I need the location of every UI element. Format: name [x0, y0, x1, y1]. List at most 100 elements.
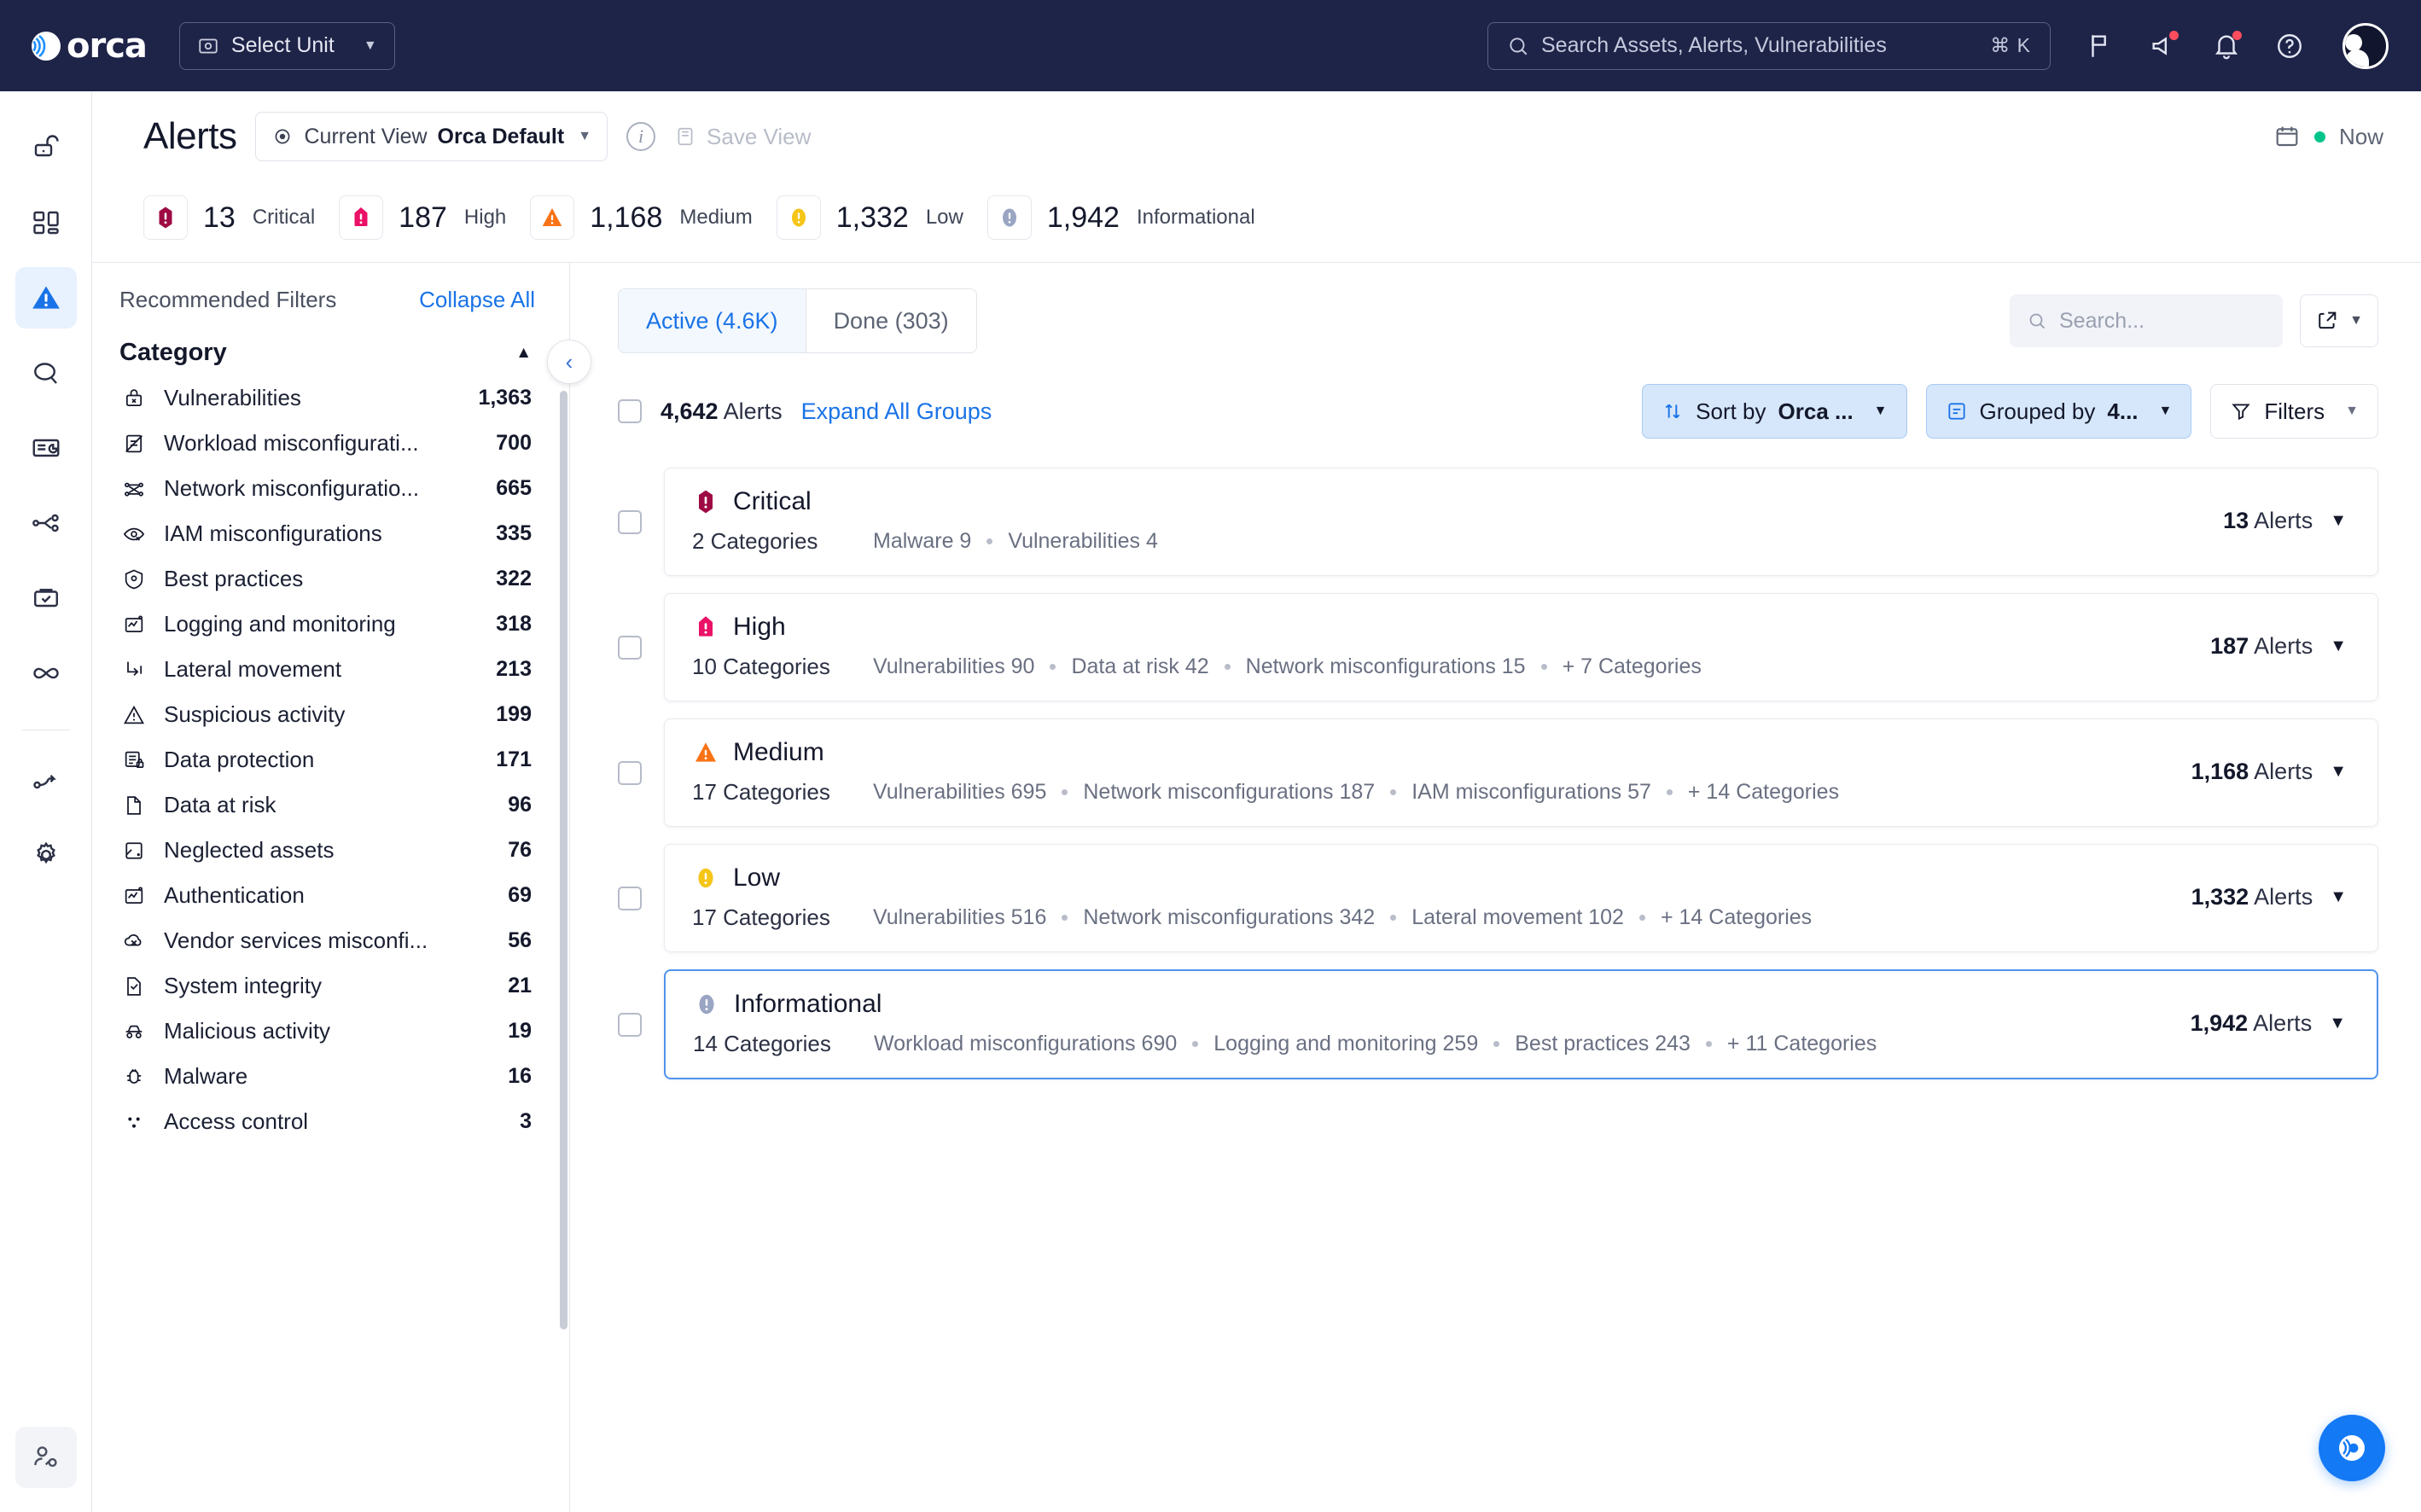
facet-item-malicious-activity[interactable]: Malicious activity 19 [92, 1009, 569, 1054]
tab-active[interactable]: Active (4.6K) [619, 289, 806, 352]
view-info-icon[interactable]: i [626, 122, 655, 151]
facet-item-vendor-services-misconfigurations[interactable]: Vendor services misconfi... 56 [92, 918, 569, 963]
facet-item-neglected-assets[interactable]: Neglected assets 76 [92, 828, 569, 873]
severity-summary-high[interactable]: 187 High [339, 195, 506, 240]
filters-scrollbar[interactable] [560, 391, 567, 1329]
facet-header-category[interactable]: Category ▲ [92, 334, 569, 375]
export-icon [2315, 309, 2339, 333]
facet-item-data-protection[interactable]: Data protection 171 [92, 737, 569, 782]
facet-item-suspicious-activity[interactable]: Suspicious activity 199 [92, 692, 569, 737]
filter-funnel-icon [2230, 400, 2252, 422]
chevron-down-icon[interactable]: ▼ [2330, 637, 2347, 656]
severity-summary-critical[interactable]: 13 Critical [143, 195, 315, 240]
page-header: Alerts Current View Orca Default ▼ i [92, 91, 2421, 240]
sidebar-item-compliance[interactable] [15, 567, 77, 629]
severity-summary-medium[interactable]: 1,168 Medium [530, 195, 752, 240]
export-button[interactable]: ▼ [2300, 294, 2378, 347]
facet-item-logging-and-monitoring[interactable]: Logging and monitoring 318 [92, 602, 569, 647]
collapse-filters-panel-button[interactable]: ‹ [547, 340, 591, 384]
grouped-by-button[interactable]: Grouped by 4... ▼ [1926, 384, 2192, 439]
sidebar-item-reports[interactable] [15, 417, 77, 479]
facet-item-access-control[interactable]: Access control 3 [92, 1099, 569, 1144]
facet-item-best-practices[interactable]: Best practices 322 [92, 556, 569, 602]
sidebar-item-shift-left[interactable] [15, 643, 77, 704]
announcement-icon[interactable] [2146, 29, 2180, 63]
severity-summary-informational[interactable]: 1,942 Informational [987, 195, 1255, 240]
group-checkbox[interactable] [618, 510, 642, 534]
chevron-down-icon[interactable]: ▼ [2330, 887, 2347, 907]
facet-count: 335 [496, 521, 532, 546]
orca-logo[interactable]: orca [27, 26, 147, 66]
facet-item-lateral-movement[interactable]: Lateral movement 213 [92, 647, 569, 692]
group-checkbox[interactable] [618, 887, 642, 910]
sidebar-item-integrations[interactable] [15, 749, 77, 811]
global-search-input[interactable]: Search Assets, Alerts, Vulnerabilities ⌘… [1487, 22, 2051, 70]
group-category-more[interactable]: + 14 Categories [1661, 905, 1812, 930]
group-severity-name: Medium [733, 738, 824, 767]
alert-group-card-informational[interactable]: Informational 14 Categories Workload mis… [664, 969, 2378, 1079]
facet-item-network-misconfigurations[interactable]: Network misconfiguratio... 665 [92, 466, 569, 511]
alert-group-card-high[interactable]: High 10 Categories Vulnerabilities 90 Da… [664, 593, 2378, 701]
group-category-more[interactable]: + 14 Categories [1688, 780, 1839, 805]
chevron-up-icon: ▲ [515, 344, 532, 363]
category-separator [1225, 664, 1231, 670]
sidebar-item-unlock[interactable] [15, 117, 77, 178]
sidebar-item-alerts[interactable] [15, 267, 77, 329]
select-all-checkbox[interactable] [618, 399, 642, 423]
facet-label: Malicious activity [164, 1018, 491, 1044]
sort-by-button[interactable]: Sort by Orca ... ▼ [1642, 384, 1906, 439]
reports-icon [31, 433, 61, 463]
sidebar-item-settings[interactable] [15, 824, 77, 886]
facet-item-iam-misconfigurations[interactable]: IAM misconfigurations 335 [92, 511, 569, 556]
facet-count: 56 [508, 928, 532, 953]
collapse-all-button[interactable]: Collapse All [419, 287, 535, 313]
facet-item-authentication[interactable]: Authentication 69 [92, 873, 569, 918]
severity-summary-low[interactable]: 1,332 Low [777, 195, 963, 240]
facet-count: 69 [508, 883, 532, 908]
sidebar-item-attack-paths[interactable] [15, 492, 77, 554]
group-checkbox[interactable] [618, 761, 642, 785]
sidebar-item-discovery[interactable] [15, 342, 77, 404]
facet-label: Network misconfiguratio... [164, 475, 479, 502]
bell-icon[interactable] [2209, 29, 2243, 63]
alert-group-card-medium[interactable]: Medium 17 Categories Vulnerabilities 695… [664, 718, 2378, 827]
flag-icon[interactable] [2083, 29, 2117, 63]
tab-done[interactable]: Done (303) [806, 289, 976, 352]
user-avatar[interactable] [2342, 23, 2389, 69]
alerts-search-input[interactable]: Search... [2010, 294, 2283, 347]
alert-group-card-critical[interactable]: Critical 2 Categories Malware 9 Vulnerab… [664, 468, 2378, 576]
chevron-down-icon[interactable]: ▼ [2330, 511, 2347, 531]
category-separator [1390, 915, 1396, 921]
group-checkbox[interactable] [618, 636, 642, 660]
facet-label: Authentication [164, 882, 491, 909]
chevron-down-icon[interactable]: ▼ [2330, 762, 2347, 782]
facet-item-data-at-risk[interactable]: Data at risk 96 [92, 782, 569, 828]
sidebar-item-dashboard[interactable] [15, 192, 77, 253]
group-checkbox[interactable] [618, 1013, 642, 1037]
filters-button[interactable]: Filters ▼ [2210, 384, 2378, 439]
unit-selector[interactable]: Select Unit ▼ [179, 22, 395, 70]
expand-all-groups-button[interactable]: Expand All Groups [801, 398, 992, 425]
sidebar-item-user-access[interactable] [15, 1427, 77, 1488]
facet-item-malware[interactable]: Malware 16 [92, 1054, 569, 1099]
calendar-icon [2273, 123, 2301, 150]
help-icon[interactable] [2273, 29, 2307, 63]
group-categories-list: Vulnerabilities 516 Network misconfigura… [873, 905, 1812, 930]
current-view-selector[interactable]: Current View Orca Default ▼ [255, 112, 608, 161]
alert-groups-list: Critical 2 Categories Malware 9 Vulnerab… [618, 468, 2378, 1079]
facet-item-vulnerabilities[interactable]: Vulnerabilities 1,363 [92, 375, 569, 421]
group-categories-count: 2 Categories [692, 528, 873, 555]
support-chat-button[interactable] [2319, 1415, 2385, 1481]
chevron-down-icon[interactable]: ▼ [2329, 1014, 2346, 1033]
facet-item-system-integrity[interactable]: System integrity 21 [92, 963, 569, 1009]
group-category-more[interactable]: + 7 Categories [1563, 654, 1702, 679]
severity-count: 1,168 [590, 201, 662, 235]
time-range-selector[interactable]: Now [2273, 123, 2383, 150]
facet-item-workload-misconfigurations[interactable]: Workload misconfigurati... 700 [92, 421, 569, 466]
alert-group-card-low[interactable]: Low 17 Categories Vulnerabilities 516 Ne… [664, 844, 2378, 952]
save-view-button[interactable]: Save View [674, 124, 811, 150]
workload-misconfig-icon [121, 431, 147, 457]
app-root: orca Select Unit ▼ Search Assets, Alerts… [0, 0, 2421, 1512]
category-separator [1541, 664, 1547, 670]
group-category-more[interactable]: + 11 Categories [1727, 1032, 1877, 1056]
